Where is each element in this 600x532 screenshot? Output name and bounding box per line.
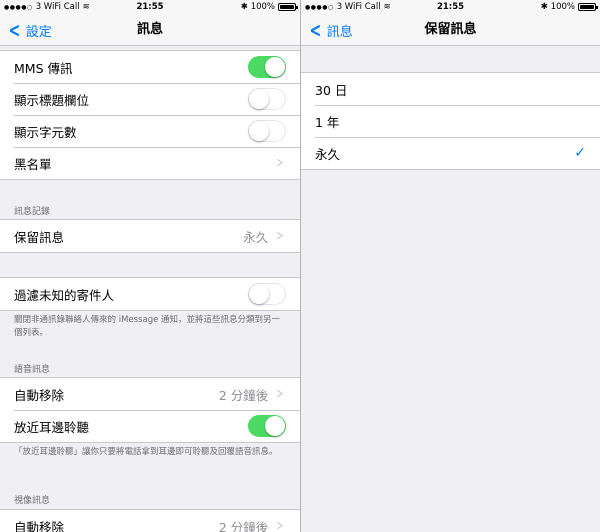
char-count-row: 顯示字元數 (0, 115, 300, 147)
page-title: 訊息 (136, 22, 163, 37)
messages-options-group: MMS 傳訊 顯示標題欄位 顯示字元數 黑名單 > (0, 50, 300, 180)
keep-messages-screen: ●●●●○ 3 WiFi Call ≋ 21:55 ✱ 100% < 訊息 保留… (301, 0, 600, 532)
mms-row: MMS 傳訊 (0, 51, 300, 83)
filter-group: 過濾未知的寄件人 (0, 277, 300, 311)
checkmark-icon: ✓ (574, 145, 586, 161)
battery-percent: 100% (250, 2, 275, 12)
filter-note: 關閉非通訊錄聯絡人傳來的 iMessage 通知，並將這些訊息分類到另一個列表。 (14, 315, 281, 338)
raise-to-listen-label: 放近耳邊聆聽 (14, 419, 90, 435)
page-title: 保留訊息 (424, 22, 477, 37)
bluetooth-icon: ✱ (240, 2, 248, 12)
bluetooth-icon: ✱ (540, 2, 548, 12)
raise-to-listen-toggle[interactable] (248, 415, 286, 437)
show-subject-toggle[interactable] (248, 88, 286, 110)
navigation-bar: < 設定 訊息 (0, 14, 300, 46)
status-bar: ●●●●○ 3 WiFi Call ≋ 21:55 ✱ 100% (301, 0, 600, 14)
filter-unknown-row: 過濾未知的寄件人 (0, 278, 300, 310)
mms-label: MMS 傳訊 (14, 60, 73, 76)
messages-settings-screen: ●●●●○ 3 WiFi Call ≋ 21:55 ✱ 100% < 設定 訊息… (0, 0, 300, 532)
history-section-header: 訊息記錄 (14, 207, 51, 217)
keep-messages-label: 保留訊息 (14, 229, 65, 245)
video-expire-label: 自動移除 (14, 519, 65, 532)
battery-icon (278, 3, 298, 11)
option-30-days[interactable]: 30 日 (301, 73, 600, 105)
blocked-label: 黑名單 (14, 156, 52, 172)
history-group: 保留訊息 永久 > (0, 219, 300, 253)
filter-unknown-label: 過濾未知的寄件人 (14, 287, 115, 303)
video-expire-row[interactable]: 自動移除 2 分鐘後 > (0, 510, 300, 532)
audio-expire-label: 自動移除 (14, 387, 65, 403)
chevron-right-icon: > (276, 386, 284, 402)
show-subject-row: 顯示標題欄位 (0, 83, 300, 115)
option-label: 30 日 (315, 82, 348, 98)
show-subject-label: 顯示標題欄位 (14, 92, 90, 108)
battery-percent: 100% (550, 2, 575, 12)
raise-note: 「放近耳邊聆聽」讓你只要將電話拿到耳邊即可聆聽及回覆語音訊息。 (14, 447, 278, 457)
chevron-right-icon: > (276, 228, 284, 244)
navigation-bar: < 訊息 保留訊息 (301, 14, 600, 46)
char-count-label: 顯示字元數 (14, 124, 77, 140)
audio-group: 自動移除 2 分鐘後 > 放近耳邊聆聽 (0, 377, 300, 443)
keep-messages-row[interactable]: 保留訊息 永久 > (0, 220, 300, 252)
blocked-row[interactable]: 黑名單 > (0, 147, 300, 179)
video-expire-value: 2 分鐘後 (218, 519, 269, 532)
audio-expire-value: 2 分鐘後 (218, 387, 269, 403)
battery-icon (578, 3, 598, 11)
option-1-year[interactable]: 1 年 (301, 105, 600, 137)
keep-messages-value: 永久 (243, 229, 269, 245)
mms-toggle[interactable] (248, 56, 286, 78)
audio-section-header: 語音訊息 (14, 365, 51, 375)
raise-to-listen-row: 放近耳邊聆聽 (0, 410, 300, 442)
option-forever[interactable]: 永久 ✓ (301, 137, 600, 169)
status-bar: ●●●●○ 3 WiFi Call ≋ 21:55 ✱ 100% (0, 0, 300, 14)
filter-unknown-toggle[interactable] (248, 283, 286, 305)
video-section-header: 視像訊息 (14, 496, 51, 506)
option-label: 永久 (315, 146, 341, 162)
option-label: 1 年 (315, 114, 340, 130)
keep-options-group: 30 日 1 年 永久 ✓ (301, 72, 600, 170)
chevron-right-icon: > (276, 155, 284, 171)
video-group: 自動移除 2 分鐘後 > (0, 509, 300, 532)
chevron-right-icon: > (276, 518, 284, 532)
char-count-toggle[interactable] (248, 120, 286, 142)
audio-expire-row[interactable]: 自動移除 2 分鐘後 > (0, 378, 300, 410)
